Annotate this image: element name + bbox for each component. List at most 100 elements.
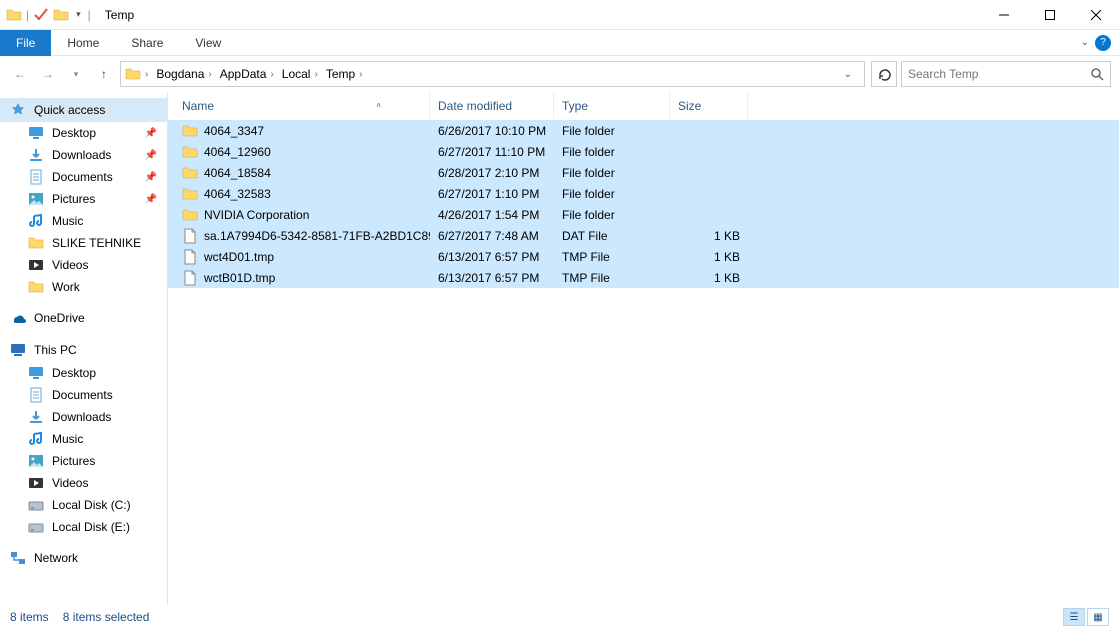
sidebar-item[interactable]: Downloads (0, 406, 167, 428)
sidebar-item[interactable]: Documents📌 (0, 166, 167, 188)
qat-dropdown-icon[interactable]: ▾ (73, 9, 84, 20)
sidebar-item-label: Desktop (52, 126, 96, 140)
file-row[interactable]: wct4D01.tmp6/13/2017 6:57 PMTMP File1 KB (168, 246, 1119, 267)
column-header-size[interactable]: Size (670, 92, 748, 119)
file-row[interactable]: 4064_185846/28/2017 2:10 PMFile folder (168, 162, 1119, 183)
sidebar-onedrive-label: OneDrive (34, 311, 85, 325)
folder-icon (28, 235, 44, 251)
file-size (670, 204, 748, 225)
sidebar-item-label: Videos (52, 476, 88, 490)
sidebar-quick-access-label: Quick access (34, 103, 105, 117)
file-row[interactable]: wctB01D.tmp6/13/2017 6:57 PMTMP File1 KB (168, 267, 1119, 288)
file-type: File folder (554, 204, 670, 225)
file-row[interactable]: 4064_129606/27/2017 11:10 PMFile folder (168, 141, 1119, 162)
videos-icon (28, 257, 44, 273)
onedrive-icon (10, 310, 26, 326)
breadcrumb-label: Local (282, 67, 311, 81)
ribbon-collapse-icon[interactable]: ⌄ (1081, 37, 1089, 48)
chevron-right-icon[interactable]: › (314, 69, 317, 80)
sidebar-item[interactable]: Music (0, 428, 167, 450)
search-box[interactable] (901, 61, 1111, 87)
sidebar-item[interactable]: Desktop📌 (0, 122, 167, 144)
sort-ascending-icon: ˄ (376, 101, 381, 110)
sidebar-onedrive[interactable]: OneDrive (0, 306, 167, 330)
sidebar-item-label: Local Disk (E:) (52, 520, 130, 534)
search-input[interactable] (908, 67, 1090, 81)
sidebar-item[interactable]: Pictures📌 (0, 188, 167, 210)
sidebar-item-label: Downloads (52, 410, 111, 424)
address-history-icon[interactable]: ⌄ (838, 69, 858, 80)
downloads-icon (28, 147, 44, 163)
qat-new-folder-icon[interactable] (53, 7, 69, 23)
ribbon: File HomeShareView ⌄ ? (0, 30, 1119, 56)
sidebar-quick-access[interactable]: Quick access (0, 98, 167, 122)
sidebar-item[interactable]: Pictures (0, 450, 167, 472)
file-size (670, 141, 748, 162)
forward-button[interactable]: → (36, 62, 60, 86)
sidebar-item[interactable]: Work (0, 276, 167, 298)
sidebar-item[interactable]: Desktop (0, 362, 167, 384)
column-header-name[interactable]: Name ˄ (174, 92, 430, 119)
pc-icon (10, 342, 26, 358)
search-icon[interactable] (1090, 67, 1104, 81)
help-icon[interactable]: ? (1095, 35, 1111, 51)
sidebar-item[interactable]: Local Disk (E:) (0, 516, 167, 538)
qat-properties-icon[interactable] (33, 7, 49, 23)
recent-locations-icon[interactable]: ▾ (64, 62, 88, 86)
file-icon (182, 249, 198, 265)
file-size (670, 162, 748, 183)
chevron-right-icon[interactable]: › (359, 69, 362, 80)
breadcrumb-segment[interactable]: Temp› (322, 63, 367, 85)
file-date: 6/27/2017 7:48 AM (430, 225, 554, 246)
tab-home[interactable]: Home (51, 30, 115, 56)
tab-share[interactable]: Share (115, 30, 179, 56)
file-type: TMP File (554, 267, 670, 288)
sidebar-item[interactable]: SLIKE TEHNIKE (0, 232, 167, 254)
sidebar-item[interactable]: Downloads📌 (0, 144, 167, 166)
up-button[interactable]: ↑ (92, 62, 116, 86)
file-row[interactable]: sa.1A7994D6-5342-8581-71FB-A2BD1C89…6/27… (168, 225, 1119, 246)
documents-icon (28, 169, 44, 185)
sidebar-item[interactable]: Documents (0, 384, 167, 406)
sidebar-this-pc[interactable]: This PC (0, 338, 167, 362)
sidebar-item[interactable]: Music (0, 210, 167, 232)
file-type: File folder (554, 183, 670, 204)
sidebar-item[interactable]: Local Disk (C:) (0, 494, 167, 516)
sidebar-network[interactable]: Network (0, 546, 167, 570)
pin-icon: 📌 (145, 150, 157, 161)
minimize-button[interactable] (981, 0, 1027, 30)
file-row[interactable]: NVIDIA Corporation4/26/2017 1:54 PMFile … (168, 204, 1119, 225)
breadcrumb-segment[interactable]: AppData› (216, 63, 278, 85)
qat-separator: | (26, 8, 29, 22)
folder-icon (182, 186, 198, 202)
refresh-button[interactable] (871, 61, 897, 87)
folder-icon (182, 207, 198, 223)
breadcrumb-segment[interactable]: Local› (278, 63, 322, 85)
view-large-icons-button[interactable]: ▦ (1087, 608, 1109, 626)
sidebar-item-label: Local Disk (C:) (52, 498, 131, 512)
tab-view[interactable]: View (179, 30, 237, 56)
breadcrumb-label: AppData (220, 67, 267, 81)
back-button[interactable]: ← (8, 62, 32, 86)
sidebar-this-pc-label: This PC (34, 343, 77, 357)
chevron-right-icon[interactable]: › (270, 69, 273, 80)
desktop-icon (28, 125, 44, 141)
column-header-type[interactable]: Type (554, 92, 670, 119)
view-details-button[interactable]: ☰ (1063, 608, 1085, 626)
chevron-right-icon[interactable]: › (208, 69, 211, 80)
sidebar-item[interactable]: Videos (0, 254, 167, 276)
maximize-button[interactable] (1027, 0, 1073, 30)
file-row[interactable]: 4064_325836/27/2017 1:10 PMFile folder (168, 183, 1119, 204)
sidebar-item[interactable]: Videos (0, 472, 167, 494)
address-bar[interactable]: › Bogdana›AppData›Local›Temp› ⌄ (120, 61, 865, 87)
close-button[interactable] (1073, 0, 1119, 30)
file-row[interactable]: 4064_33476/26/2017 10:10 PMFile folder (168, 120, 1119, 141)
chevron-right-icon[interactable]: › (143, 69, 150, 80)
folder-icon (182, 123, 198, 139)
window-title: Temp (105, 8, 134, 22)
folder-icon (28, 279, 44, 295)
column-header-date[interactable]: Date modified (430, 92, 554, 119)
status-selected-count: 8 items selected (63, 610, 150, 624)
tab-file[interactable]: File (0, 30, 51, 56)
breadcrumb-segment[interactable]: Bogdana› (152, 63, 215, 85)
